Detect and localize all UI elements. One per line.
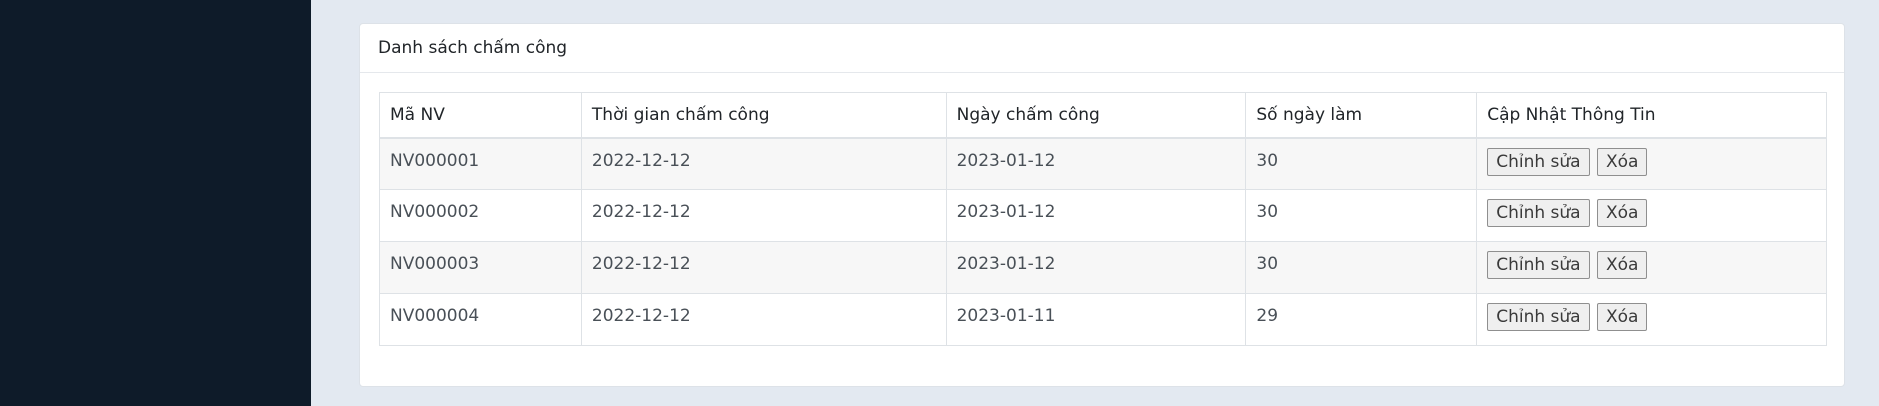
cell-check-in-time: 2022-12-12: [580, 241, 947, 294]
cell-actions: Chỉnh sửa Xóa: [1476, 137, 1827, 190]
card-title: Danh sách chấm công: [360, 24, 1844, 73]
cell-work-days: 29: [1245, 293, 1478, 346]
cell-check-in-time: 2022-12-12: [580, 293, 947, 346]
cell-work-days: 30: [1245, 137, 1478, 190]
edit-button[interactable]: Chỉnh sửa: [1487, 199, 1590, 227]
header-update-info: Cập Nhật Thông Tin: [1476, 92, 1827, 139]
header-employee-id: Mã NV: [379, 92, 582, 139]
table-row: NV000004 2022-12-12 2023-01-11 29 Chỉnh …: [379, 293, 1827, 346]
cell-check-in-time: 2022-12-12: [580, 189, 947, 242]
edit-button[interactable]: Chỉnh sửa: [1487, 147, 1590, 176]
table-row: NV000002 2022-12-12 2023-01-12 30 Chỉnh …: [379, 189, 1827, 242]
edit-button[interactable]: Chỉnh sửa: [1487, 303, 1590, 331]
cell-actions: Chỉnh sửa Xóa: [1476, 189, 1827, 242]
cell-employee-id: NV000002: [379, 189, 582, 242]
cell-check-in-time: 2022-12-12: [580, 137, 947, 190]
delete-button[interactable]: Xóa: [1596, 251, 1648, 279]
attendance-card: Danh sách chấm công Mã NV Thời gian chấm…: [359, 23, 1845, 387]
header-check-in-date: Ngày chấm công: [945, 92, 1247, 139]
cell-actions: Chỉnh sửa Xóa: [1476, 293, 1827, 346]
cell-employee-id: NV000004: [379, 293, 582, 346]
cell-check-in-date: 2023-01-12: [945, 137, 1247, 190]
sidebar: [0, 0, 311, 406]
table-row: NV000001 2022-12-12 2023-01-12 30 Chỉnh …: [379, 137, 1827, 190]
cell-employee-id: NV000001: [379, 137, 582, 190]
cell-work-days: 30: [1245, 189, 1478, 242]
cell-employee-id: NV000003: [379, 241, 582, 294]
header-check-in-time: Thời gian chấm công: [580, 92, 947, 139]
delete-button[interactable]: Xóa: [1596, 303, 1648, 331]
attendance-table: Mã NV Thời gian chấm công Ngày chấm công…: [379, 92, 1827, 346]
cell-check-in-date: 2023-01-12: [945, 189, 1247, 242]
cell-actions: Chỉnh sửa Xóa: [1476, 241, 1827, 294]
table-header-row: Mã NV Thời gian chấm công Ngày chấm công…: [379, 92, 1827, 139]
edit-button[interactable]: Chỉnh sửa: [1487, 251, 1590, 279]
cell-check-in-date: 2023-01-12: [945, 241, 1247, 294]
cell-work-days: 30: [1245, 241, 1478, 294]
delete-button[interactable]: Xóa: [1596, 147, 1648, 176]
header-work-days: Số ngày làm: [1245, 92, 1478, 139]
cell-check-in-date: 2023-01-11: [945, 293, 1247, 346]
delete-button[interactable]: Xóa: [1596, 199, 1648, 227]
table-row: NV000003 2022-12-12 2023-01-12 30 Chỉnh …: [379, 241, 1827, 294]
